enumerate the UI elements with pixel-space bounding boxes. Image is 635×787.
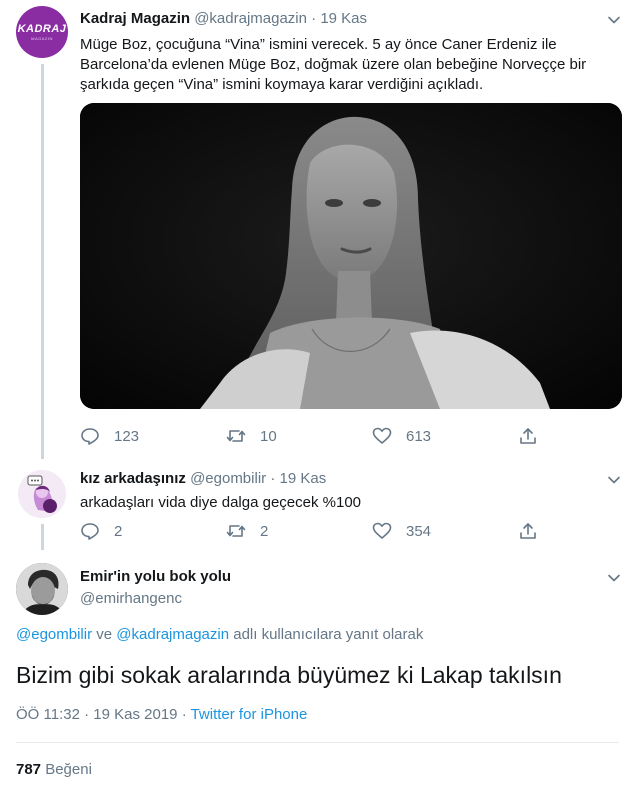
portrait-image bbox=[80, 103, 622, 409]
tweet2-header: kız arkadaşınız @egombilir · 19 Kas bbox=[80, 470, 326, 487]
main-chevron-down-icon[interactable] bbox=[607, 571, 621, 585]
tweet2-chevron-down-icon[interactable] bbox=[607, 473, 621, 487]
tweet2-retweet-button[interactable]: 2 bbox=[226, 521, 372, 541]
main-author-handle[interactable]: @emirhangenc bbox=[80, 590, 182, 607]
share-icon bbox=[520, 523, 536, 539]
tweet2-separator: · bbox=[270, 470, 276, 487]
tweet1-photo[interactable] bbox=[80, 103, 622, 409]
avatar-kiz-arkadasiniz[interactable] bbox=[18, 470, 66, 518]
main-like-stats[interactable]: 787 Beğeni bbox=[16, 761, 92, 778]
tweet2-reply-button[interactable]: 2 bbox=[80, 521, 226, 541]
thread-line-top bbox=[41, 64, 44, 459]
tweet2-retweet-count: 2 bbox=[260, 522, 269, 540]
stats-divider bbox=[16, 742, 619, 743]
tweet1-retweet-count: 10 bbox=[260, 427, 277, 445]
tweet2-author-name[interactable]: kız arkadaşınız bbox=[80, 470, 186, 487]
reply-icon bbox=[81, 428, 99, 445]
thread-line-middle bbox=[41, 524, 44, 550]
tweet1-date[interactable]: 19 Kas bbox=[320, 10, 367, 27]
main-tweet-text: Bizim gibi sokak aralarında büyümez ki L… bbox=[16, 662, 562, 688]
main-like-label: Beğeni bbox=[45, 761, 92, 778]
tweet2-like-button[interactable]: 354 bbox=[372, 521, 518, 541]
tweet1-chevron-down-icon[interactable] bbox=[607, 13, 621, 27]
reply-context: @egombilir ve @kadrajmagazin adlı kullan… bbox=[16, 626, 423, 643]
heart-icon bbox=[372, 427, 392, 444]
avatar-logo-subtext: MAGAZIN bbox=[31, 36, 53, 41]
tweet1-share-button[interactable] bbox=[518, 426, 635, 446]
tweet2-date[interactable]: 19 Kas bbox=[280, 470, 327, 487]
reply-suffix: adlı kullanıcılara yanıt olarak bbox=[229, 626, 424, 643]
avatar-emirhangenc[interactable] bbox=[16, 563, 68, 615]
tweet1-like-count: 613 bbox=[406, 427, 432, 445]
retweet-icon bbox=[226, 430, 246, 442]
heart-icon bbox=[372, 522, 392, 539]
reply-mention-kadrajmagazin[interactable]: @kadrajmagazin bbox=[116, 626, 229, 643]
tweet1-reply-button[interactable]: 123 bbox=[80, 426, 226, 446]
main-author-name[interactable]: Emir'in yolu bok yolu bbox=[80, 568, 231, 585]
tweet2-reply-count: 2 bbox=[114, 522, 123, 540]
tweet1-separator: · bbox=[311, 10, 317, 27]
main-tweet-meta: ÖÖ 11:32 · 19 Kas 2019 · Twitter for iPh… bbox=[16, 706, 307, 723]
tweet1-author-handle[interactable]: @kadrajmagazin bbox=[194, 10, 307, 27]
tweet1-text: Müge Boz, çocuğuna “Vina” ismini verecek… bbox=[80, 36, 587, 93]
avatar-logo-text: KADRAJ bbox=[17, 23, 67, 35]
tweet1-reply-count: 123 bbox=[114, 427, 140, 445]
tweet2-like-count: 354 bbox=[406, 522, 432, 540]
main-tweet-source[interactable]: Twitter for iPhone bbox=[191, 706, 308, 723]
retweet-icon bbox=[226, 525, 246, 537]
tweet1-header: Kadraj Magazin @kadrajmagazin · 19 Kas bbox=[80, 10, 367, 27]
tweet2-share-button[interactable] bbox=[518, 521, 635, 541]
reply-and: ve bbox=[92, 626, 117, 643]
meta-separator-1: · bbox=[79, 706, 94, 723]
avatar-kadraj-magazin[interactable]: KADRAJ MAGAZIN bbox=[16, 6, 68, 58]
tweet2-text: arkadaşları vida diye dalga geçecek %100 bbox=[80, 494, 362, 511]
reply-mention-egombilir[interactable]: @egombilir bbox=[16, 626, 92, 643]
reply-icon bbox=[81, 523, 99, 540]
avatar-photo bbox=[16, 563, 68, 615]
main-tweet-date[interactable]: 19 Kas 2019 bbox=[93, 706, 177, 723]
meta-separator-2: · bbox=[177, 706, 191, 723]
main-like-count: 787 bbox=[16, 761, 42, 778]
avatar-illustration bbox=[18, 470, 66, 518]
tweet2-actions: 2 2 354 bbox=[80, 521, 635, 541]
share-icon bbox=[520, 428, 536, 444]
tweet1-like-button[interactable]: 613 bbox=[372, 426, 518, 446]
tweet2-author-handle[interactable]: @egombilir bbox=[190, 470, 266, 487]
tweet1-author-name[interactable]: Kadraj Magazin bbox=[80, 10, 190, 27]
main-tweet-time[interactable]: ÖÖ 11:32 bbox=[16, 706, 80, 723]
tweet1-retweet-button[interactable]: 10 bbox=[226, 426, 372, 446]
tweet1-actions: 123 10 613 bbox=[80, 426, 635, 446]
